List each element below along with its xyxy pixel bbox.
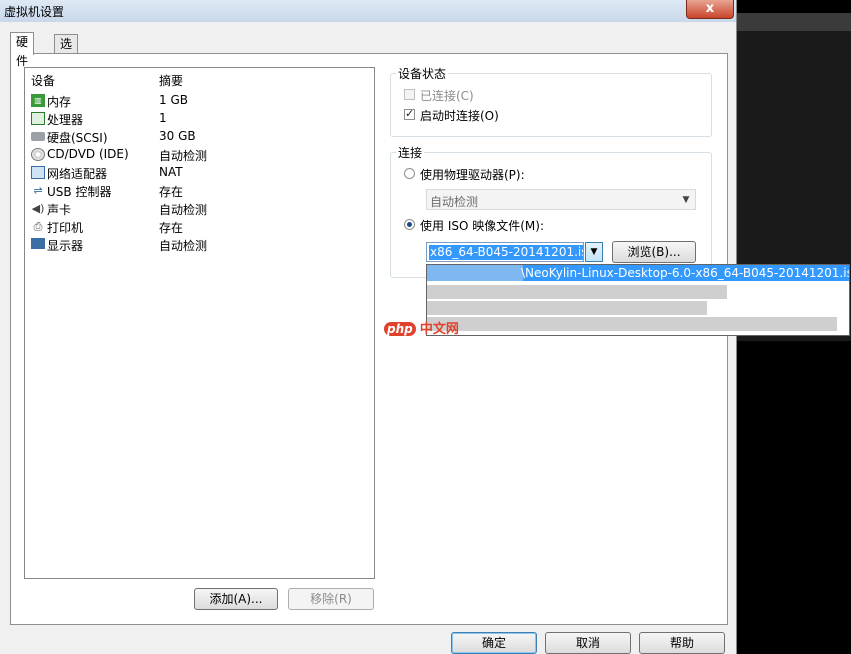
blurred-item[interactable] xyxy=(427,285,727,299)
column-device[interactable]: 设备 xyxy=(31,72,55,89)
device-name: 内存 xyxy=(47,95,72,109)
connected-checkbox[interactable] xyxy=(404,89,415,100)
network-adapter-icon xyxy=(31,166,45,179)
sound-card-icon: ◀) xyxy=(31,202,45,215)
dropdown-item-label: \NeoKylin-Linux-Desktop-6.0-x86_64-B045-… xyxy=(521,266,849,280)
memory-icon: ▥ xyxy=(31,94,45,107)
display-icon xyxy=(31,238,45,249)
chevron-down-icon: ▼ xyxy=(590,247,598,257)
dropdown-item[interactable]: \NeoKylin-Linux-Desktop-6.0-x86_64-B045-… xyxy=(427,265,849,281)
device-name: CD/DVD (IDE) xyxy=(47,147,129,161)
blurred-item[interactable] xyxy=(427,301,707,315)
device-summary: 1 xyxy=(159,111,167,125)
help-button[interactable]: 帮助 xyxy=(639,632,725,654)
device-summary: 1 GB xyxy=(159,93,188,107)
tab-options[interactable]: 选项 xyxy=(54,34,79,70)
device-summary: 30 GB xyxy=(159,129,196,143)
use-physical-drive-label: 使用物理驱动器(P): xyxy=(420,168,525,182)
remove-button[interactable]: 移除(R) xyxy=(288,588,374,610)
device-row-processor[interactable]: 处理器 1 xyxy=(25,110,374,128)
device-row-memory[interactable]: ▥ 内存 1 GB xyxy=(25,92,374,110)
device-name: 网络适配器 xyxy=(47,167,108,181)
device-summary: 存在 xyxy=(159,185,184,199)
physical-drive-select[interactable]: 自动检测 ▼ xyxy=(426,189,696,210)
title-bar[interactable]: 虚拟机设置 x xyxy=(0,0,736,22)
device-name: 显示器 xyxy=(47,239,84,253)
connection-label: 连接 xyxy=(396,144,425,161)
use-iso-label: 使用 ISO 映像文件(M): xyxy=(420,219,544,233)
device-row-display[interactable]: 显示器 自动检测 xyxy=(25,236,374,254)
device-row-usb-controller[interactable]: ⇌ USB 控制器 存在 xyxy=(25,182,374,200)
add-button[interactable]: 添加(A)... xyxy=(194,588,278,610)
cd-dvd-icon xyxy=(31,148,45,161)
blurred-path-prefix xyxy=(427,265,523,281)
connect-at-power-on-checkbox[interactable] xyxy=(404,107,415,120)
device-row-cd-dvd[interactable]: CD/DVD (IDE) 自动检测 xyxy=(25,146,374,164)
tab-hardware[interactable]: 硬件 xyxy=(10,32,35,68)
column-summary[interactable]: 摘要 xyxy=(159,72,183,89)
hard-disk-icon xyxy=(31,132,45,141)
iso-path-value: x86_64-B045-20141201.iso xyxy=(429,245,583,260)
usb-icon: ⇌ xyxy=(33,184,43,197)
device-name: 硬盘(SCSI) xyxy=(47,131,108,145)
device-name: 声卡 xyxy=(47,203,72,217)
use-iso-radio[interactable] xyxy=(404,219,415,230)
use-physical-drive-radio[interactable] xyxy=(404,168,415,179)
device-row-sound-card[interactable]: ◀) 声卡 自动检测 xyxy=(25,200,374,218)
cancel-button[interactable]: 取消 xyxy=(545,632,631,654)
watermark-text: 中文网 xyxy=(419,322,459,337)
device-summary: 存在 xyxy=(159,221,184,235)
printer-icon: ⎙ xyxy=(33,220,43,233)
connect-at-power-on-label: 启动时连接(O) xyxy=(420,109,499,123)
iso-path-input[interactable]: x86_64-B045-20141201.iso xyxy=(426,242,584,262)
device-row-hard-disk[interactable]: 硬盘(SCSI) 30 GB xyxy=(25,128,374,146)
device-list-header: 设备 摘要 xyxy=(25,68,374,90)
device-summary: 自动检测 xyxy=(159,239,208,253)
device-list[interactable]: 设备 摘要 ▥ 内存 1 GB 处理器 1 硬盘(SCSI) 30 GB CD/… xyxy=(24,67,375,579)
device-name: USB 控制器 xyxy=(47,185,112,199)
device-row-network-adapter[interactable]: 网络适配器 NAT xyxy=(25,164,374,182)
device-summary: 自动检测 xyxy=(159,149,208,163)
device-status-group xyxy=(390,73,712,137)
connected-label: 已连接(C) xyxy=(420,89,474,103)
physical-drive-value: 自动检测 xyxy=(430,195,479,209)
browse-button[interactable]: 浏览(B)... xyxy=(612,241,696,263)
device-row-printer[interactable]: ⎙ 打印机 存在 xyxy=(25,218,374,236)
chevron-down-icon: ▼ xyxy=(682,195,690,205)
watermark: php 中文网 xyxy=(384,318,459,337)
device-summary: NAT xyxy=(159,165,183,179)
iso-path-combobox[interactable]: x86_64-B045-20141201.iso ▼ xyxy=(426,242,604,262)
window-title: 虚拟机设置 xyxy=(4,5,65,19)
watermark-logo: php xyxy=(384,322,416,336)
close-button[interactable]: x xyxy=(686,0,734,19)
device-summary: 自动检测 xyxy=(159,203,208,217)
device-status-label: 设备状态 xyxy=(396,65,449,82)
blurred-item[interactable] xyxy=(427,317,837,331)
processor-icon xyxy=(31,112,45,125)
ok-button[interactable]: 确定 xyxy=(451,632,537,654)
iso-dropdown-button[interactable]: ▼ xyxy=(585,242,603,262)
iso-history-dropdown: \NeoKylin-Linux-Desktop-6.0-x86_64-B045-… xyxy=(426,264,850,336)
device-name: 打印机 xyxy=(47,221,84,235)
device-name: 处理器 xyxy=(47,113,84,127)
